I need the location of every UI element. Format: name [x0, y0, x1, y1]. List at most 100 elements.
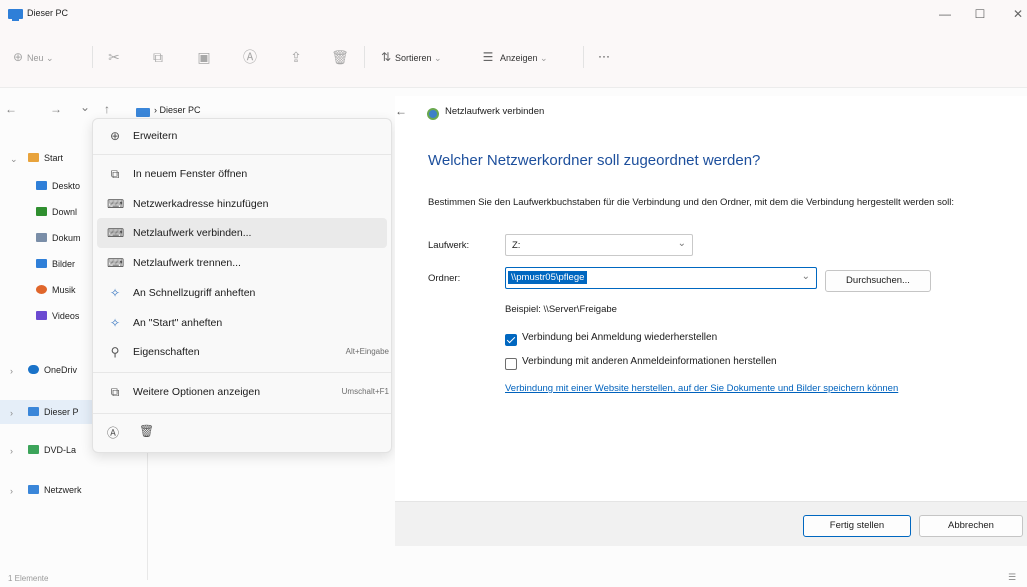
expand-chevron-icon[interactable]: › [10, 366, 13, 376]
details-view-icon[interactable]: ☰ [1008, 572, 1016, 583]
paste-icon[interactable]: ▣ [194, 46, 214, 68]
menu-item-expand[interactable]: ⊕ Erweitern [97, 121, 387, 151]
properties-icon: ⚲ [110, 345, 120, 359]
sidebar-item-label: Downl [52, 207, 78, 217]
sidebar-item-label: Dokum [52, 233, 81, 243]
view-label: Anzeigen [500, 53, 538, 63]
chevron-down-icon[interactable]: ⌄ [802, 271, 810, 282]
menu-item-more-options[interactable]: ⧉ Weitere Optionen anzeigen Umschalt+F1 [97, 377, 389, 407]
folder-example-hint: Beispiel: \\Server\Freigabe [505, 304, 617, 315]
up-arrow-icon[interactable]: ↑ [104, 102, 110, 116]
context-menu: ⊕ Erweitern ⧉ In neuem Fenster öffnen ⌨ … [92, 118, 392, 453]
drive-letter-value: Z: [512, 240, 521, 251]
delete-icon[interactable]: 🗑 [139, 424, 154, 438]
sidebar-item-label: Netzwerk [44, 485, 82, 495]
recent-locations-icon[interactable]: ⌄ [80, 100, 90, 114]
sidebar-item-music[interactable]: Musik [36, 280, 92, 300]
delete-icon[interactable]: 🗑 [330, 46, 350, 68]
pictures-icon [36, 259, 47, 268]
menu-item-disconnect-network-drive[interactable]: ⌨ Netzlaufwerk trennen... [97, 248, 387, 278]
forward-arrow-icon[interactable]: → [50, 102, 62, 116]
menu-item-pin-quick-access[interactable]: ✧ An Schnellzugriff anheften [97, 278, 387, 308]
sort-button[interactable]: Sortieren ⌄ [395, 48, 442, 68]
back-arrow-icon[interactable]: ← [5, 102, 17, 116]
sidebar-item-downloads[interactable]: Downl [36, 202, 92, 222]
menu-item-open-new-window[interactable]: ⧉ In neuem Fenster öffnen [97, 159, 387, 189]
breadcrumb[interactable]: › Dieser PC [154, 105, 201, 115]
dialog-footer: Fertig stellen Abbrechen [395, 501, 1027, 546]
copy-icon[interactable]: ⧉ [148, 46, 168, 68]
drive-label: Laufwerk: [428, 240, 470, 251]
connect-website-link[interactable]: Verbindung mit einer Website herstellen,… [505, 382, 985, 395]
menu-item-add-network-location[interactable]: ⌨ Netzwerkadresse hinzufügen [97, 189, 387, 219]
rename-icon[interactable]: Ⓐ [240, 46, 260, 68]
sidebar-item-this-pc[interactable]: Dieser P [28, 402, 92, 422]
menu-item-label: Netzlaufwerk verbinden... [133, 227, 252, 239]
browse-button[interactable]: Durchsuchen... [825, 270, 931, 292]
toolbar-divider [583, 46, 584, 68]
dvd-drive-icon [28, 445, 39, 454]
more-options-button[interactable]: ··· [598, 46, 610, 66]
menu-item-properties[interactable]: ⚲ Eigenschaften Alt+Eingabe [97, 337, 389, 367]
reconnect-label: Verbindung bei Anmeldung wiederherstelle… [522, 332, 718, 343]
sidebar-item-label: Start [44, 153, 64, 163]
sidebar-item-pictures[interactable]: Bilder [36, 254, 92, 274]
status-item-count: 1 Elemente [8, 574, 49, 583]
menu-item-shortcut: Umschalt+F1 [341, 387, 389, 396]
network-drive-icon [427, 108, 439, 120]
expand-chevron-icon[interactable]: › [10, 486, 13, 496]
cloud-icon [28, 365, 39, 374]
minimize-button[interactable]: — [932, 4, 958, 24]
expand-chevron-icon[interactable]: › [10, 408, 13, 418]
sidebar-item-network[interactable]: Netzwerk [28, 480, 138, 500]
close-button[interactable]: ✕ [1005, 4, 1027, 24]
menu-item-map-network-drive[interactable]: ⌨ Netzlaufwerk verbinden... [97, 218, 387, 248]
toolbar-divider [364, 46, 365, 68]
view-icon: ☰ [482, 50, 494, 64]
expand-chevron-icon[interactable]: › [10, 446, 13, 456]
network-icon [28, 485, 39, 494]
folder-path-input[interactable]: \\pmustr05\pflege ⌄ [505, 267, 817, 289]
drive-letter-select[interactable]: Z: ⌄ [505, 234, 693, 256]
folder-path-value: \\pmustr05\pflege [508, 271, 588, 284]
menu-item-label: In neuem Fenster öffnen [133, 168, 248, 180]
chevron-down-icon: ⌄ [677, 238, 686, 249]
cut-icon[interactable]: ✂ [104, 46, 124, 68]
sidebar-item-desktop[interactable]: Deskto [36, 176, 92, 196]
network-location-icon: ⌨ [107, 197, 125, 211]
rename-icon[interactable]: Ⓐ [107, 424, 119, 441]
command-bar: ⊕ Neu ⌄ ✂ ⧉ ▣ Ⓐ ⇪ 🗑 ⇅ Sortieren ⌄ ☰ Anze… [0, 28, 1027, 88]
maximize-button[interactable]: ☐ [967, 4, 993, 24]
new-label: Neu [27, 53, 44, 63]
new-button[interactable]: Neu ⌄ [27, 48, 54, 68]
reconnect-checkbox[interactable] [505, 334, 517, 346]
menu-item-label: An "Start" anheften [133, 317, 223, 329]
music-icon [36, 285, 47, 294]
menu-item-label: Erweitern [133, 130, 178, 142]
home-icon [28, 153, 39, 162]
menu-item-pin-start[interactable]: ✧ An "Start" anheften [97, 308, 387, 338]
finish-button[interactable]: Fertig stellen [803, 515, 911, 537]
sidebar-item-videos[interactable]: Videos [36, 306, 92, 326]
share-icon[interactable]: ⇪ [286, 46, 306, 68]
view-button[interactable]: Anzeigen ⌄ [500, 48, 548, 68]
cancel-button[interactable]: Abbrechen [919, 515, 1023, 537]
sidebar-item-documents[interactable]: Dokum [36, 228, 92, 248]
menu-divider [93, 154, 391, 155]
expand-chevron-icon[interactable]: ⌄ [10, 154, 18, 165]
dialog-description: Bestimmen Sie den Laufwerkbuchstaben für… [428, 197, 954, 208]
folder-label: Ordner: [428, 273, 461, 284]
this-pc-icon [8, 9, 23, 21]
download-icon [36, 207, 47, 216]
sidebar-item-start[interactable]: Start [28, 148, 63, 168]
pin-icon: ✧ [109, 316, 121, 330]
menu-item-label: An Schnellzugriff anheften [133, 287, 256, 299]
sidebar-item-label: OneDriv [44, 365, 78, 375]
sidebar-item-label: Videos [52, 311, 80, 321]
sidebar-item-label: Bilder [52, 259, 76, 269]
sidebar-item-onedrive[interactable]: OneDriv [28, 360, 92, 380]
sort-label: Sortieren [395, 53, 432, 63]
other-credentials-checkbox[interactable] [505, 358, 517, 370]
this-pc-icon [28, 407, 39, 416]
dialog-back-arrow-icon[interactable]: ← [395, 104, 407, 118]
